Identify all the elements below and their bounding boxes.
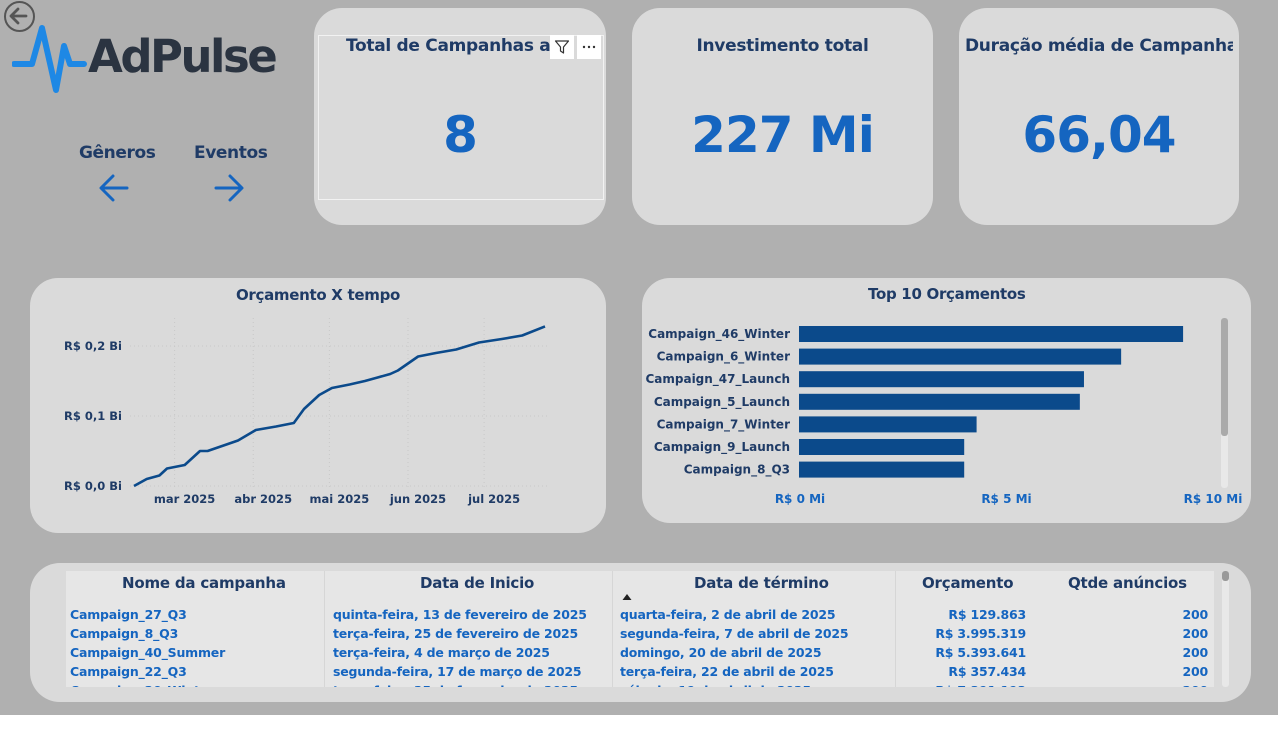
x-tick-label: jul 2025: [467, 492, 520, 506]
bar-category-label: Campaign_6_Winter: [657, 350, 790, 365]
cell-end-date: quarta-feira, 2 de abril de 2025: [620, 607, 836, 622]
bar: [799, 393, 1080, 410]
table-scrollbar[interactable]: [1222, 571, 1229, 687]
x-tick-label: R$ 10 Mi: [1184, 492, 1243, 506]
cell-name: Campaign_40_Summer: [70, 645, 226, 660]
cell-name: Campaign_8_Q3: [70, 626, 179, 641]
logo: AdPulse: [12, 18, 282, 98]
logo-text: AdPulse: [88, 30, 278, 83]
table-header-end-date[interactable]: Data de término: [694, 574, 829, 592]
cell-ad-count: 200: [1183, 683, 1209, 687]
bar: [799, 326, 1184, 342]
bar-chart: Campaign_46_Winter Campaign_6_Winter Campa…: [645, 326, 1243, 506]
x-tick-label: R$ 5 Mi: [981, 492, 1031, 506]
nav-events-label: Eventos: [194, 143, 268, 163]
x-tick-label: mai 2025: [310, 492, 370, 506]
bar-chart-card[interactable]: Top 10 Orçamentos Campaign_46_Winter Camp…: [642, 278, 1251, 523]
bar-category-label: Campaign_7_Winter: [657, 417, 790, 432]
sort-ascending-icon[interactable]: [622, 593, 632, 601]
campaign-table: Nome da campanha Data de Inicio Data de …: [66, 571, 1214, 687]
bar-category-label: Campaign_46_Winter: [648, 327, 790, 342]
kpi-card-average-duration[interactable]: Duração média de Campanha 66,04: [959, 8, 1239, 225]
bar-chart-scrollbar[interactable]: [1221, 318, 1228, 488]
cell-ad-count: 200: [1182, 626, 1209, 641]
pulse-logo-icon: [12, 25, 87, 93]
y-tick-label: R$ 0,2 Bi: [64, 339, 122, 353]
dashboard-canvas: AdPulse Gêneros Eventos Total de Campanh…: [0, 0, 1278, 715]
x-tick-label: R$ 0 Mi: [775, 492, 825, 506]
cell-start-date: terça-feira, 25 de fevereiro de 2025: [333, 683, 578, 687]
table-row[interactable]: Campaign_27_Q3 quinta-feira, 13 de fevere…: [66, 607, 1214, 626]
cell-ad-count: 200: [1182, 645, 1209, 660]
cell-end-date: segunda-feira, 7 de abril de 2025: [620, 626, 849, 641]
kpi-title: Total de Campanhas ativas: [346, 36, 552, 56]
kpi-value: 8: [443, 106, 478, 164]
table-header-ad-count[interactable]: Qtde anúncios: [1068, 574, 1187, 592]
kpi-title: Duração média de Campanha: [965, 36, 1233, 56]
y-tick-label: R$ 0,0 Bi: [64, 479, 122, 493]
campaign-table-card[interactable]: Nome da campanha Data de Inicio Data de …: [30, 563, 1251, 702]
table-row[interactable]: Campaign_20_Winter terça-feira, 25 de fev…: [66, 683, 1214, 687]
scrollbar-thumb[interactable]: [1222, 571, 1229, 581]
scrollbar-thumb[interactable]: [1221, 318, 1228, 436]
table-row[interactable]: Campaign_40_Summer terça-feira, 4 de març…: [66, 645, 1214, 664]
cell-ad-count: 200: [1182, 607, 1209, 622]
cell-start-date: terça-feira, 25 de fevereiro de 2025: [333, 626, 579, 641]
kpi-value: 227 Mi: [691, 106, 875, 164]
cell-ad-count: 200: [1182, 664, 1209, 679]
y-tick-label: R$ 0,1 Bi: [64, 409, 122, 423]
budget-line: [133, 325, 546, 488]
cell-end-date: terça-feira, 22 de abril de 2025: [620, 664, 834, 679]
kpi-title: Investimento total: [696, 36, 869, 56]
cell-end-date: domingo, 20 de abril de 2025: [620, 645, 822, 660]
bar: [799, 461, 965, 478]
cell-budget: R$ 129.863: [948, 607, 1026, 622]
cell-start-date: terça-feira, 4 de março de 2025: [333, 645, 550, 660]
cell-name: Campaign_20_Winter: [70, 683, 214, 687]
line-chart-card[interactable]: Orçamento X tempo R$ 0,0 Bi R$ 0,1 Bi R$ 0…: [30, 278, 606, 533]
visual-toolbar: [550, 35, 601, 59]
kpi-card-total-campaigns[interactable]: Total de Campanhas ativas 8: [314, 8, 606, 225]
bar-category-label: Campaign_9_Launch: [654, 440, 790, 455]
kpi-card-total-investment[interactable]: Investimento total 227 Mi: [632, 8, 933, 225]
cell-name: Campaign_22_Q3: [70, 664, 187, 679]
more-options-icon[interactable]: [577, 35, 601, 59]
filter-icon[interactable]: [550, 35, 574, 59]
cell-budget: R$ 7.391.193: [935, 683, 1026, 687]
bar: [799, 439, 965, 455]
arrow-right-icon[interactable]: [212, 171, 246, 205]
table-row[interactable]: Campaign_22_Q3 segunda-feira, 17 de março…: [66, 664, 1214, 683]
bar-category-label: Campaign_8_Q3: [684, 463, 790, 478]
x-tick-label: mar 2025: [154, 492, 215, 506]
bar: [799, 348, 1122, 365]
bar: [799, 371, 1084, 388]
table-header-start-date[interactable]: Data de Inicio: [420, 574, 534, 592]
cell-budget: R$ 357.434: [948, 664, 1026, 679]
cell-budget: R$ 5.393.641: [935, 645, 1026, 660]
x-tick-label: jun 2025: [389, 492, 446, 506]
bar: [799, 416, 977, 433]
bar-category-label: Campaign_47_Launch: [645, 372, 790, 387]
line-chart: R$ 0,0 Bi R$ 0,1 Bi R$ 0,2 Bi mar 2025 abr 2…: [64, 318, 550, 506]
bar-category-label: Campaign_5_Launch: [654, 395, 790, 410]
cell-start-date: segunda-feira, 17 de março de 2025: [333, 664, 582, 679]
cell-name: Campaign_27_Q3: [70, 607, 187, 622]
cell-budget: R$ 3.995.319: [935, 626, 1026, 641]
nav-genres-label: Gêneros: [79, 143, 156, 163]
x-tick-label: abr 2025: [234, 492, 292, 506]
cell-end-date: sábado, 19 de abril de 2025: [620, 683, 811, 687]
table-header-name[interactable]: Nome da campanha: [122, 574, 286, 592]
table-row[interactable]: Campaign_8_Q3 terça-feira, 25 de fevereir…: [66, 626, 1214, 645]
cell-start-date: quinta-feira, 13 de fevereiro de 2025: [333, 607, 587, 622]
arrow-left-icon[interactable]: [97, 171, 131, 205]
table-header-budget[interactable]: Orçamento: [922, 574, 1014, 592]
kpi-value: 66,04: [1022, 106, 1176, 164]
